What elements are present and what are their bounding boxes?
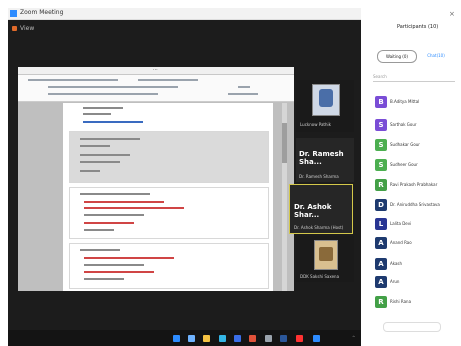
tile-label: DDK Sakshi Saxena	[300, 274, 340, 279]
code-cell	[69, 243, 269, 289]
taskbar: ^	[8, 330, 361, 346]
tray-overflow-icon[interactable]: ^	[352, 335, 355, 340]
scroll-thumb[interactable]	[282, 123, 287, 163]
participant-avatar: S	[375, 159, 387, 171]
search-icon[interactable]	[188, 335, 195, 342]
shared-document	[63, 103, 273, 291]
participant-name: Lalita Devi	[390, 221, 412, 226]
participant-name: Sarthak Gour	[390, 122, 417, 127]
shared-window-titlebar: ···	[18, 67, 294, 75]
tile-name: Dr. Ramesh Sha...	[299, 150, 344, 166]
tile-label: Dr. Ramesh Sharma	[299, 174, 339, 179]
participants-panel: × Participants (10) Waiting (0) Chat(10)…	[361, 8, 460, 346]
shared-toolbar	[18, 75, 294, 102]
panel-close-icon[interactable]: ×	[449, 10, 455, 18]
view-label: View	[20, 25, 35, 32]
participant-avatar: D	[375, 199, 387, 211]
chrome-icon[interactable]	[249, 335, 256, 342]
participant-photo	[312, 84, 340, 116]
zoom-window: Zoom Meeting – × View ···	[8, 8, 460, 346]
participant-avatar: A	[375, 276, 387, 288]
participant-photo	[314, 240, 338, 270]
view-control[interactable]: View	[12, 25, 34, 32]
file-explorer-icon[interactable]	[203, 335, 210, 342]
participant-avatar: L	[375, 218, 387, 230]
zoom-icon[interactable]	[313, 335, 320, 342]
document-scrollbar[interactable]	[282, 103, 287, 291]
shared-screen: ···	[18, 67, 294, 291]
video-tile[interactable]: Dr. Ramesh Sha... Dr. Ramesh Sharma	[296, 138, 354, 182]
youtube-icon[interactable]	[296, 335, 303, 342]
participant-name: Akash	[390, 261, 403, 266]
participant-avatar: S	[375, 139, 387, 151]
video-tile-active-speaker[interactable]: Dr. Ashok Shar... Dr. Ashok Sharma (Host…	[289, 184, 353, 234]
tile-name: Dr. Ashok Shar...	[294, 203, 332, 219]
code-cell	[69, 187, 269, 239]
store-icon[interactable]	[234, 335, 241, 342]
tile-label: Lucknow Pathik	[300, 122, 331, 127]
word-icon[interactable]	[280, 335, 287, 342]
participant-name: B.Aditya Mittal	[390, 99, 420, 104]
panel-title: Participants (10)	[397, 24, 439, 30]
security-shield-icon	[12, 26, 17, 31]
participant-search-input[interactable]: Search	[373, 72, 455, 82]
edge-icon[interactable]	[219, 335, 226, 342]
participant-avatar: A	[375, 258, 387, 270]
shared-window-dots: ···	[153, 67, 158, 73]
video-tile[interactable]: Lucknow Pathik	[296, 80, 354, 132]
code-cell	[69, 131, 269, 183]
participant-avatar: A	[375, 237, 387, 249]
tile-label: Dr. Ashok Sharma (Host)	[294, 225, 344, 230]
participant-name: Ravi Prakash Prabhakar	[390, 182, 438, 187]
video-tile[interactable]: DDK Sakshi Saxena	[296, 236, 354, 282]
participant-avatar: R	[375, 179, 387, 191]
zoom-logo-icon	[10, 10, 17, 17]
participant-avatar: S	[375, 119, 387, 131]
participant-avatar: B	[375, 96, 387, 108]
tab-chat[interactable]: Chat(10)	[421, 50, 451, 61]
participant-name: Anand Rao	[390, 240, 412, 245]
windows-icon[interactable]	[173, 335, 180, 342]
participant-name: Dr. Aniruddha Srivastava	[390, 202, 440, 207]
tab-waiting[interactable]: Waiting (0)	[377, 50, 417, 63]
participant-name: Rishi Rana	[390, 299, 412, 304]
participant-avatar: R	[375, 296, 387, 308]
participant-name: Arun	[390, 279, 400, 284]
window-title: Zoom Meeting	[20, 9, 64, 16]
invite-button[interactable]	[383, 322, 441, 332]
settings-icon[interactable]	[265, 335, 272, 342]
screen: Zoom Meeting – × View ···	[0, 0, 461, 346]
participant-name: Sudhakar Gour	[390, 142, 420, 147]
participant-name: Sudheer Gour	[390, 162, 418, 167]
